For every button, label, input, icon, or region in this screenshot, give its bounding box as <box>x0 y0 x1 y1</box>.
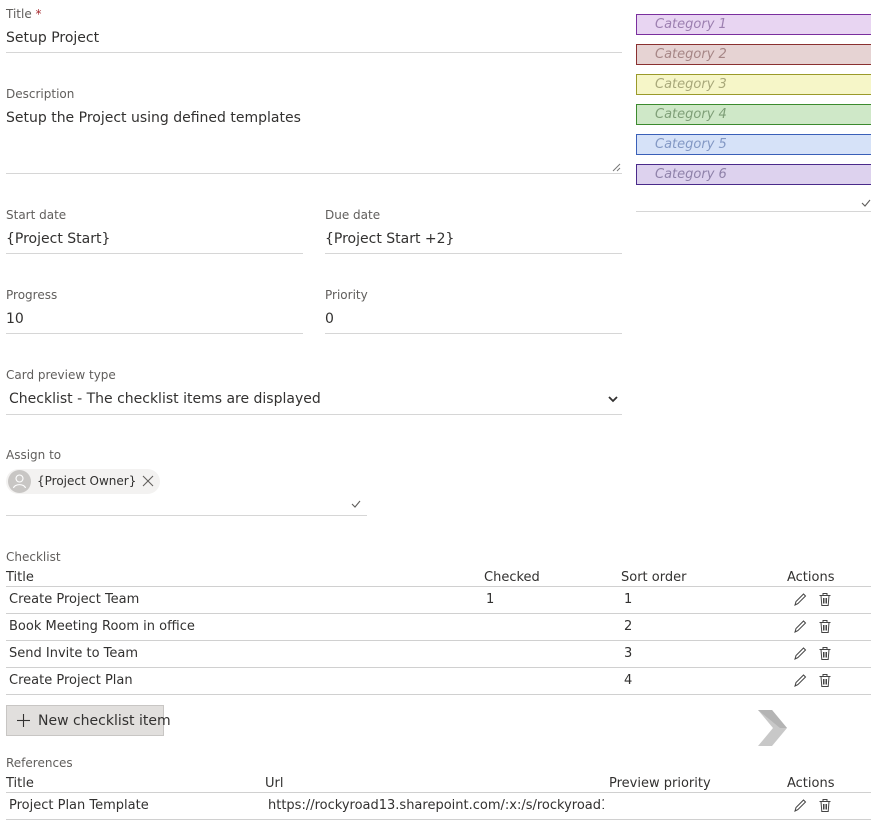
pencil-icon[interactable] <box>793 673 807 688</box>
priority-label: Priority <box>325 288 368 302</box>
person-chip[interactable]: {Project Owner} <box>6 469 160 494</box>
start-date-underline <box>6 253 303 254</box>
checklist-row-title: Create Project Team <box>9 592 140 607</box>
description-underline <box>6 173 622 174</box>
references-header-title: Title <box>6 776 34 791</box>
checkmark-icon[interactable] <box>351 499 361 509</box>
reference-row-url[interactable]: https://rockyroad13.sharepoint.com/:x:/s… <box>268 798 604 814</box>
progress-input[interactable]: 10 <box>6 311 24 328</box>
resize-grip-icon[interactable] <box>611 162 621 172</box>
pencil-icon[interactable] <box>793 619 807 634</box>
row-divider <box>6 613 871 614</box>
new-checklist-item-button[interactable]: New checklist item <box>6 705 171 736</box>
description-label: Description <box>6 87 75 101</box>
title-underline <box>6 52 622 53</box>
priority-input[interactable]: 0 <box>325 311 334 328</box>
trash-icon[interactable] <box>818 619 832 634</box>
person-chip-name: {Project Owner} <box>37 474 137 488</box>
row-divider <box>6 586 871 587</box>
checklist-row-title: Book Meeting Room in office <box>9 619 195 634</box>
pencil-icon[interactable] <box>793 592 807 607</box>
row-divider <box>6 792 871 793</box>
checklist-row-checked: 1 <box>486 592 495 607</box>
due-date-label: Due date <box>325 208 381 222</box>
progress-underline <box>6 333 303 334</box>
chevron-right-icon <box>758 710 787 746</box>
reference-row-title: Project Plan Template <box>9 798 149 813</box>
title-input[interactable]: Setup Project <box>6 30 99 47</box>
checklist-header-title: Title <box>6 570 34 585</box>
category-1[interactable]: Category 1 <box>636 14 871 35</box>
trash-icon[interactable] <box>818 798 832 813</box>
checklist-row-title: Send Invite to Team <box>9 646 139 661</box>
references-header-url: Url <box>265 776 284 791</box>
checklist-row-title: Create Project Plan <box>9 673 133 688</box>
avatar <box>8 470 31 493</box>
trash-icon[interactable] <box>818 673 832 688</box>
checklist-row-sort-order: 2 <box>624 619 633 634</box>
required-mark: * <box>35 7 42 21</box>
checklist-header-checked: Checked <box>484 570 540 585</box>
start-date-input[interactable]: {Project Start} <box>6 231 110 248</box>
checklist-row-sort-order: 1 <box>624 592 633 607</box>
due-date-underline <box>325 253 622 254</box>
description-textarea[interactable]: Setup the Project using defined template… <box>6 110 301 127</box>
title-label: Title * <box>6 7 42 21</box>
chevron-down-icon[interactable] <box>607 393 619 405</box>
assign-to-underline <box>6 515 367 516</box>
close-icon[interactable] <box>141 474 155 488</box>
checklist-row-sort-order: 4 <box>624 673 633 688</box>
due-date-input[interactable]: {Project Start +2} <box>325 231 454 248</box>
trash-icon[interactable] <box>818 646 832 661</box>
category-3[interactable]: Category 3 <box>636 74 871 95</box>
trash-icon[interactable] <box>818 592 832 607</box>
plus-icon <box>17 714 30 727</box>
pencil-icon[interactable] <box>793 646 807 661</box>
category-5[interactable]: Category 5 <box>636 134 871 155</box>
row-divider <box>6 640 871 641</box>
row-divider <box>6 819 871 820</box>
category-2[interactable]: Category 2 <box>636 44 871 65</box>
checklist-row-sort-order: 3 <box>624 646 633 661</box>
checkmark-icon[interactable] <box>861 198 871 208</box>
card-preview-type-select[interactable]: Checklist - The checklist items are disp… <box>9 391 321 408</box>
checklist-section-label: Checklist <box>6 550 61 564</box>
row-divider <box>6 694 871 695</box>
category-4[interactable]: Category 4 <box>636 104 871 125</box>
card-preview-type-underline <box>6 414 622 415</box>
category-underline <box>636 211 871 212</box>
row-divider <box>6 667 871 668</box>
assign-to-label: Assign to <box>6 448 62 462</box>
references-header-preview-priority: Preview priority <box>609 776 711 791</box>
new-checklist-item-label: New checklist item <box>38 713 171 729</box>
category-6[interactable]: Category 6 <box>636 164 871 185</box>
person-icon <box>12 474 27 489</box>
start-date-label: Start date <box>6 208 67 222</box>
references-header-actions: Actions <box>787 776 835 791</box>
priority-underline <box>325 333 622 334</box>
progress-label: Progress <box>6 288 58 302</box>
pencil-icon[interactable] <box>793 798 807 813</box>
checklist-header-actions: Actions <box>787 570 835 585</box>
card-preview-type-label: Card preview type <box>6 368 116 382</box>
checklist-header-sort-order: Sort order <box>621 570 687 585</box>
references-section-label: References <box>6 756 73 770</box>
